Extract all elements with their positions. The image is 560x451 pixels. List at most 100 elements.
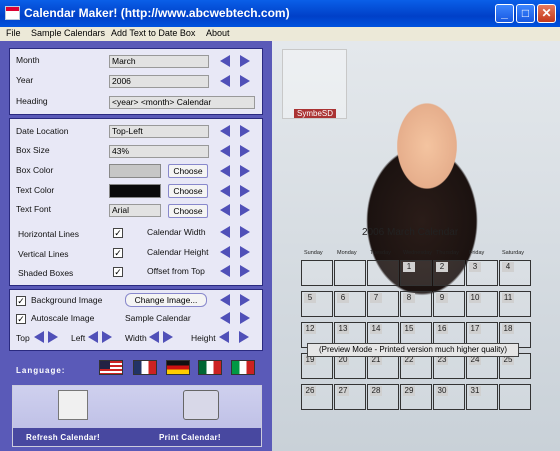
mexico-flag-icon[interactable] — [198, 360, 222, 375]
text-color-prev-arrow-icon[interactable] — [220, 185, 230, 197]
width-next-arrow-icon[interactable] — [163, 331, 173, 343]
print-calendar-button[interactable]: Print Calendar! — [159, 433, 221, 442]
title-bar: Calendar Maker! (http://www.abcwebtech.c… — [0, 0, 560, 27]
day-number: 1 — [403, 262, 415, 272]
date-location-label: Date Location — [16, 126, 69, 136]
box-color-next-arrow-icon[interactable] — [240, 165, 250, 177]
autoscale-image-checkbox[interactable]: ✓ — [16, 314, 26, 324]
day-number: 17 — [469, 324, 481, 334]
heading-field[interactable]: <year> <month> Calendar — [109, 96, 255, 109]
calendar-day-cell: 30 — [433, 384, 465, 410]
month-prev-arrow-icon[interactable] — [220, 55, 230, 67]
sample-prev-arrow-icon[interactable] — [220, 312, 230, 324]
box-color-choose-button[interactable]: Choose — [168, 164, 208, 178]
month-field[interactable]: March — [109, 55, 209, 68]
box-size-field[interactable]: 43% — [109, 145, 209, 158]
menu-bar: File Sample Calendars Add Text to Date B… — [0, 27, 560, 41]
refresh-calendar-button[interactable]: Refresh Calendar! — [26, 433, 100, 442]
box-size-next-arrow-icon[interactable] — [240, 145, 250, 157]
text-font-choose-button[interactable]: Choose — [168, 204, 208, 218]
width-prev-arrow-icon[interactable] — [149, 331, 159, 343]
calendar-height-next-arrow-icon[interactable] — [240, 246, 250, 258]
refresh-document-icon[interactable] — [58, 390, 88, 420]
day-number: 13 — [337, 324, 349, 334]
minimize-button[interactable]: _ — [495, 4, 514, 23]
box-size-prev-arrow-icon[interactable] — [220, 145, 230, 157]
day-header: Saturday — [502, 250, 525, 256]
day-number: 27 — [337, 386, 349, 396]
day-header: Friday — [469, 250, 485, 256]
app-calendar-icon — [5, 6, 20, 20]
day-number: 8 — [403, 293, 415, 303]
left-prev-arrow-icon[interactable] — [88, 331, 98, 343]
change-image-button[interactable]: Change Image... — [125, 293, 207, 307]
day-number: 4 — [502, 262, 514, 272]
day-number: 2 — [436, 262, 448, 272]
calendar-day-cell: 5 — [301, 291, 333, 317]
close-button[interactable]: ✕ — [537, 4, 556, 23]
horizontal-lines-checkbox[interactable]: ✓ — [113, 228, 123, 238]
top-prev-arrow-icon[interactable] — [34, 331, 44, 343]
box-color-prev-arrow-icon[interactable] — [220, 165, 230, 177]
top-next-arrow-icon[interactable] — [48, 331, 58, 343]
day-number: 9 — [436, 293, 448, 303]
image-prev-arrow-icon[interactable] — [220, 294, 230, 306]
background-image-checkbox[interactable]: ✓ — [16, 296, 26, 306]
vertical-lines-label: Vertical Lines — [18, 249, 69, 259]
day-header: Wednesday — [403, 250, 432, 256]
offset-next-arrow-icon[interactable] — [240, 265, 250, 277]
germany-flag-icon[interactable] — [166, 360, 190, 375]
offset-prev-arrow-icon[interactable] — [220, 265, 230, 277]
text-font-prev-arrow-icon[interactable] — [220, 204, 230, 216]
language-label: Language: — [16, 366, 66, 375]
calendar-day-cell: 8 — [400, 291, 432, 317]
text-color-swatch — [109, 184, 161, 198]
calendar-day-cell: 9 — [433, 291, 465, 317]
printer-icon[interactable] — [183, 390, 219, 420]
year-field[interactable]: 2006 — [109, 75, 209, 88]
calendar-day-cell: 26 — [301, 384, 333, 410]
calendar-height-prev-arrow-icon[interactable] — [220, 246, 230, 258]
height-next-arrow-icon[interactable] — [239, 331, 249, 343]
text-color-next-arrow-icon[interactable] — [240, 185, 250, 197]
calendar-width-next-arrow-icon[interactable] — [240, 226, 250, 238]
date-location-next-arrow-icon[interactable] — [240, 125, 250, 137]
control-panel: Month March Year 2006 Heading <year> <mo… — [0, 41, 272, 451]
left-next-arrow-icon[interactable] — [102, 331, 112, 343]
us-flag-icon[interactable] — [99, 360, 123, 375]
text-font-next-arrow-icon[interactable] — [240, 204, 250, 216]
text-font-field[interactable]: Arial — [109, 204, 161, 217]
italy-flag-icon[interactable] — [231, 360, 255, 375]
vertical-lines-checkbox[interactable]: ✓ — [113, 248, 123, 258]
shaded-boxes-checkbox[interactable]: ✓ — [113, 267, 123, 277]
day-header: Tuesday — [370, 250, 391, 256]
date-location-field[interactable]: Top-Left — [109, 125, 209, 138]
day-header: Sunday — [304, 250, 323, 256]
image-next-arrow-icon[interactable] — [240, 294, 250, 306]
month-next-arrow-icon[interactable] — [240, 55, 250, 67]
day-number: 31 — [469, 386, 481, 396]
menu-about[interactable]: About — [206, 28, 230, 38]
menu-file[interactable]: File — [6, 28, 21, 38]
calendar-width-prev-arrow-icon[interactable] — [220, 226, 230, 238]
year-next-arrow-icon[interactable] — [240, 75, 250, 87]
image-panel: ✓ Background Image Change Image... ✓ Aut… — [9, 289, 263, 351]
month-label: Month — [16, 55, 40, 65]
calendar-height-label: Calendar Height — [147, 247, 209, 257]
date-location-prev-arrow-icon[interactable] — [220, 125, 230, 137]
calendar-day-cell — [367, 260, 399, 286]
menu-add-text[interactable]: Add Text to Date Box — [111, 28, 195, 38]
day-header: Thursday — [436, 250, 459, 256]
autoscale-image-label: Autoscale Image — [31, 313, 95, 323]
maximize-button[interactable]: □ — [516, 4, 535, 23]
text-color-choose-button[interactable]: Choose — [168, 184, 208, 198]
height-prev-arrow-icon[interactable] — [219, 331, 229, 343]
sample-next-arrow-icon[interactable] — [240, 312, 250, 324]
year-prev-arrow-icon[interactable] — [220, 75, 230, 87]
calendar-day-cell: 3 — [466, 260, 498, 286]
day-number: 7 — [370, 293, 382, 303]
day-number: 18 — [502, 324, 514, 334]
calendar-day-cell: 27 — [334, 384, 366, 410]
france-flag-icon[interactable] — [133, 360, 157, 375]
menu-sample-calendars[interactable]: Sample Calendars — [31, 28, 105, 38]
